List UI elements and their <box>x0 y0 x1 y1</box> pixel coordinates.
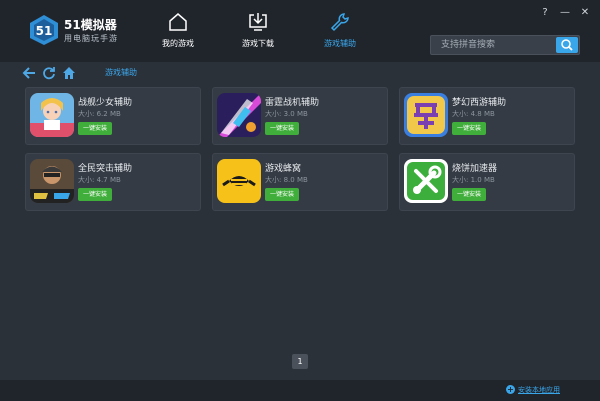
app-name: 烧饼加速器 <box>452 164 498 174</box>
close-button[interactable]: ✕ <box>578 6 592 20</box>
tools-app-icon <box>404 159 448 203</box>
refresh-button[interactable] <box>42 65 56 80</box>
install-button[interactable]: 一键安装 <box>452 188 486 201</box>
tab-my-games-label: 我的游戏 <box>162 39 194 48</box>
anime-girl-game-icon <box>30 93 74 137</box>
install-button[interactable]: 一键安装 <box>265 122 299 135</box>
app-card-dream-west[interactable]: 梦幻西游辅助 大小: 4.8 MB 一键安装 <box>399 87 575 145</box>
help-button[interactable]: ? <box>538 6 552 20</box>
back-arrow-icon <box>22 67 35 79</box>
app-size: 大小: 8.0 MB <box>265 176 308 184</box>
app-size: 大小: 6.2 MB <box>78 110 121 118</box>
home-button[interactable] <box>62 65 76 79</box>
search-input[interactable] <box>431 36 549 54</box>
app-subtitle: 用电脑玩手游 <box>64 34 118 43</box>
app-name: 战舰少女辅助 <box>78 98 133 108</box>
bee-app-icon <box>217 159 261 203</box>
home-icon <box>63 67 75 79</box>
back-button[interactable] <box>22 65 36 79</box>
install-local-app-link[interactable]: + 安装本地应用 <box>506 385 560 395</box>
breadcrumb[interactable]: 游戏辅助 <box>105 67 137 78</box>
fighter-jet-game-icon <box>217 93 261 137</box>
app-size: 大小: 4.8 MB <box>452 110 495 118</box>
install-local-app-label: 安装本地应用 <box>518 386 560 394</box>
wrench-icon <box>330 13 349 32</box>
install-button[interactable]: 一键安装 <box>78 188 112 201</box>
install-button[interactable]: 一键安装 <box>78 122 112 135</box>
app-size: 大小: 3.0 MB <box>265 110 308 118</box>
app-name: 雷霆战机辅助 <box>265 98 320 108</box>
refresh-icon <box>43 67 55 80</box>
search-icon <box>561 39 573 51</box>
search-button[interactable] <box>556 37 578 53</box>
app-name: 全民突击辅助 <box>78 164 133 174</box>
toolbar: 游戏辅助 <box>0 62 600 82</box>
title-bar: 51 51模拟器 用电脑玩手游 我的游戏 游戏下载 游戏辅助 ? — ✕ <box>0 0 600 62</box>
app-card-thunder-fighter[interactable]: 雷霆战机辅助 大小: 3.0 MB 一键安装 <box>212 87 388 145</box>
install-button[interactable]: 一键安装 <box>265 188 299 201</box>
app-card-game-hive[interactable]: 游戏蜂窝 大小: 8.0 MB 一键安装 <box>212 153 388 211</box>
soldier-game-icon <box>30 159 74 203</box>
app-name: 梦幻西游辅助 <box>452 98 507 108</box>
tab-game-download-label: 游戏下载 <box>242 39 274 48</box>
tab-game-download[interactable]: 游戏下载 <box>222 12 294 56</box>
tab-game-assist[interactable]: 游戏辅助 <box>304 12 376 56</box>
svg-text:51: 51 <box>36 24 53 38</box>
app-card-all-assault[interactable]: 全民突击辅助 大小: 4.7 MB 一键安装 <box>25 153 201 211</box>
dream-glyph-game-icon <box>404 93 448 137</box>
home-icon <box>169 13 187 31</box>
app-card-sesame-booster[interactable]: 烧饼加速器 大小: 1.0 MB 一键安装 <box>399 153 575 211</box>
download-icon <box>249 13 267 31</box>
page-button-1[interactable]: 1 <box>292 354 308 369</box>
tab-my-games[interactable]: 我的游戏 <box>142 12 214 56</box>
status-bar: + 安装本地应用 <box>0 380 600 401</box>
minimize-button[interactable]: — <box>558 6 572 20</box>
app-card-warship-girls[interactable]: 战舰少女辅助 大小: 6.2 MB 一键安装 <box>25 87 201 145</box>
search-box <box>430 35 580 55</box>
app-title: 51模拟器 <box>64 18 117 32</box>
install-button[interactable]: 一键安装 <box>452 122 486 135</box>
app-size: 大小: 4.7 MB <box>78 176 121 184</box>
app-name: 游戏蜂窝 <box>265 164 302 174</box>
plus-icon: + <box>506 385 515 394</box>
tab-game-assist-label: 游戏辅助 <box>324 39 356 48</box>
app-logo-icon: 51 <box>28 14 60 46</box>
app-size: 大小: 1.0 MB <box>452 176 495 184</box>
